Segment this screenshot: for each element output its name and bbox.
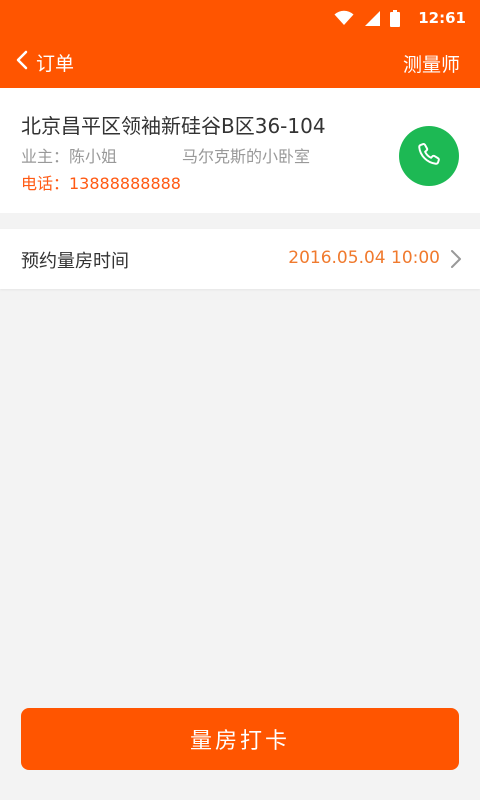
phone-number[interactable]: 电话：13888888888 (21, 170, 181, 194)
owner-label: 业主： (21, 147, 70, 166)
measure-checkin-button[interactable]: 量房打卡 (21, 708, 459, 770)
status-icons: 12:61 (334, 8, 466, 28)
call-button[interactable] (399, 126, 459, 186)
status-bar: 12:61 (0, 0, 480, 36)
owner-name: 陈小姐 (69, 147, 118, 166)
room-name: 马尔克斯的小卧室 (182, 147, 311, 166)
back-button[interactable]: 订单 (16, 44, 74, 80)
order-info-card: 北京昌平区领袖新硅谷B区36-104 业主：陈小姐 马尔克斯的小卧室 电话：13… (0, 88, 480, 213)
signal-icon (364, 10, 381, 26)
phone-icon (416, 141, 442, 171)
appointment-label: 预约量房时间 (21, 251, 129, 272)
wifi-icon (334, 10, 354, 26)
chevron-left-icon (16, 50, 28, 74)
status-time: 12:61 (418, 9, 466, 27)
order-address: 北京昌平区领袖新硅谷B区36-104 (21, 114, 326, 138)
chevron-right-icon (450, 249, 462, 273)
app-header: 12:61 订单 测量师 (0, 0, 480, 88)
title-bar: 订单 测量师 (0, 36, 480, 88)
owner-line: 业主：陈小姐 (21, 143, 117, 167)
back-label: 订单 (36, 52, 75, 75)
role-label: 测量师 (402, 54, 460, 76)
appointment-time: 2016.05.04 10:00 (288, 248, 440, 268)
battery-icon (390, 9, 401, 27)
appointment-time-row[interactable]: 预约量房时间 2016.05.04 10:00 (0, 229, 480, 289)
